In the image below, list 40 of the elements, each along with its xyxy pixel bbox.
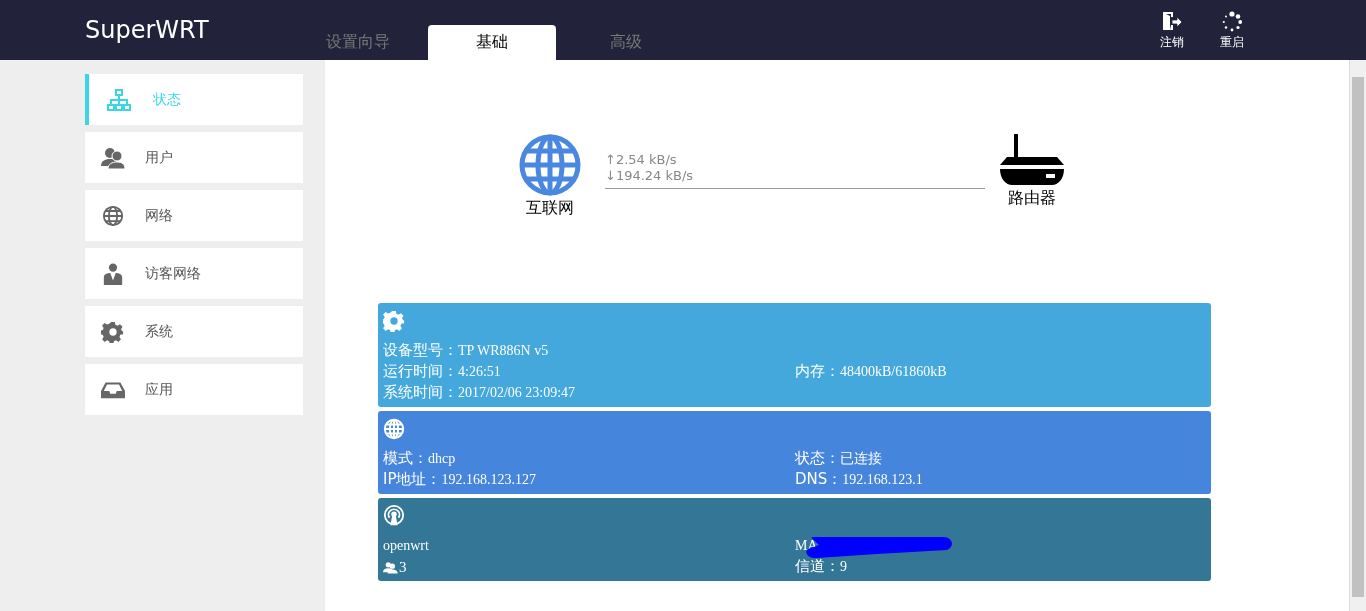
info-text: 系统时间：2017/02/06 23:09:47: [383, 382, 576, 403]
scrollbar[interactable]: [1349, 60, 1366, 611]
broadcast-icon: [383, 505, 405, 527]
gear-icon: [101, 320, 125, 343]
info-text: 运行时间：4:26:51: [383, 361, 501, 382]
logout-button[interactable]: 注销: [1160, 11, 1184, 51]
info-text: 状态：已连接: [795, 448, 882, 469]
sidebar-item[interactable]: 访客网络: [85, 248, 303, 299]
sidebar-item[interactable]: 应用: [85, 364, 303, 415]
sidebar-item[interactable]: 网络: [85, 190, 303, 241]
sidebar-item[interactable]: 用户: [85, 132, 303, 183]
globe-icon: [101, 204, 125, 227]
download-speed: ↓194.24 kB/s: [605, 168, 695, 184]
users-icon: [101, 146, 125, 169]
info-text: 设备型号：TP WR886N v5: [383, 340, 549, 361]
globe-icon: [519, 134, 581, 196]
door-exit-icon: [1161, 11, 1183, 33]
node-label: 互联网: [526, 198, 574, 219]
nav-tab[interactable]: 高级: [562, 25, 690, 60]
info-text: 信道：9: [795, 556, 847, 577]
person-icon: [101, 262, 125, 285]
node-label: 路由器: [1008, 188, 1056, 209]
gear-icon: [383, 310, 405, 332]
info-text: openwrt: [383, 537, 429, 555]
users-icon: [383, 560, 399, 574]
info-text: 模式：dhcp: [383, 448, 456, 469]
restart-button[interactable]: 重启: [1220, 11, 1244, 51]
nav-tab[interactable]: 设置向导: [294, 25, 422, 60]
app-logo: SuperWRT: [84, 16, 210, 44]
sitemap-icon: [107, 88, 131, 111]
info-text: IP地址：192.168.123.127: [383, 469, 536, 490]
upload-speed: ↑2.54 kB/s: [605, 152, 678, 168]
globe-icon: [383, 418, 405, 440]
spinner-icon: [1221, 11, 1243, 33]
info-text: DNS：192.168.123.1: [795, 469, 923, 490]
info-text: 3: [383, 557, 407, 577]
router-icon: [999, 134, 1065, 186]
sidebar-item[interactable]: 系统: [85, 306, 303, 357]
nav-tab[interactable]: 基础: [428, 25, 556, 60]
info-text: 内存：48400kB/61860kB: [795, 361, 947, 382]
